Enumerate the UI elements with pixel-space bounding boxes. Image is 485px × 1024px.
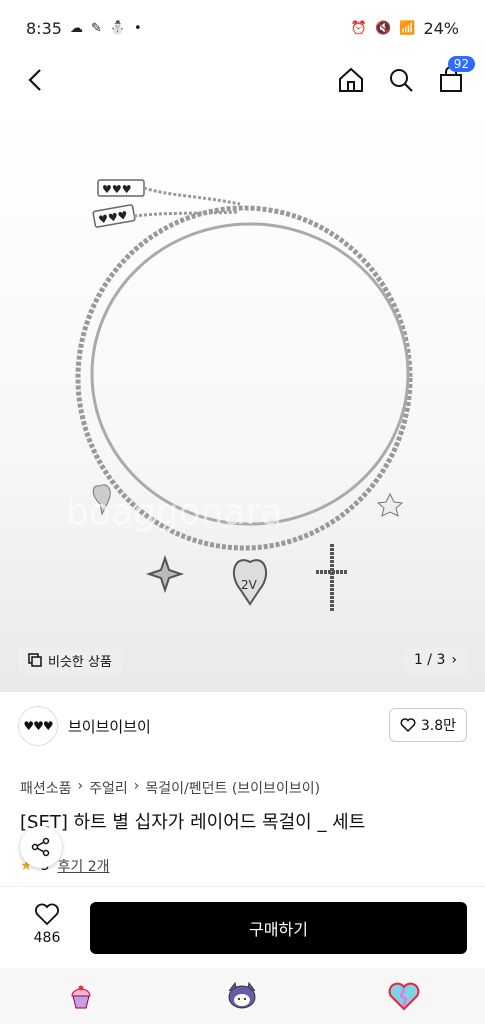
divider xyxy=(0,886,485,887)
alarm-icon: ⏰ xyxy=(350,20,368,36)
chevron-right-icon: › xyxy=(133,778,140,794)
product-title: [SET] 하트 별 십자가 레이어드 목걸이 _ 세트 xyxy=(20,812,366,833)
breadcrumb-item[interactable]: 주얼리 xyxy=(89,778,128,798)
copy-icon xyxy=(28,653,42,667)
similar-products-label: 비슷한 상품 xyxy=(48,654,112,670)
svg-text:♥♥♥: ♥♥♥ xyxy=(102,183,132,196)
nav-item-heart[interactable] xyxy=(384,976,424,1016)
wifi-icon: 📶 xyxy=(399,20,416,36)
brand-row: ♥♥♥ 브이브이브이 3.8만 xyxy=(0,704,485,748)
home-icon xyxy=(339,67,363,92)
wishlist-count: 486 xyxy=(33,930,61,946)
back-icon xyxy=(28,69,41,91)
top-bar: 92 xyxy=(0,56,485,104)
status-time: 8:35 xyxy=(26,18,62,38)
heart-icon xyxy=(35,903,59,926)
cloud-icon: ☁ xyxy=(69,20,83,36)
svg-text:boaggonara: boaggonara xyxy=(66,492,282,533)
buy-button[interactable]: 구매하기 xyxy=(90,902,467,954)
necklace-image: ♥♥♥ ♥♥♥ 2V boaggonara xyxy=(66,179,413,612)
image-pager[interactable]: 1 / 3 › xyxy=(403,646,467,674)
broken-heart-icon xyxy=(388,982,420,1011)
similar-products-button[interactable]: 비슷한 상품 xyxy=(18,646,122,674)
review-link[interactable]: 후기 2개 xyxy=(57,856,109,876)
status-bar: 8:35 ☁ ✎ ⛄ • ⏰ 🔇 📶 24% xyxy=(0,0,485,56)
notification-icon-2: ⛄ xyxy=(109,20,127,36)
heart-icon xyxy=(400,718,416,733)
nav-item-cupcake[interactable] xyxy=(61,976,101,1016)
share-button[interactable] xyxy=(20,826,62,868)
brand-logo[interactable]: ♥♥♥ xyxy=(18,706,58,746)
breadcrumb: 패션소품 › 주얼리 › 목걸이/펜던트 (브이브이브이) xyxy=(20,778,320,798)
cart-count-badge: 92 xyxy=(447,56,475,72)
brand-like-count: 3.8만 xyxy=(420,718,456,734)
character-icon xyxy=(228,981,256,1009)
brand-name[interactable]: 브이브이브이 xyxy=(68,716,151,737)
breadcrumb-item[interactable]: 목걸이/펜던트 (브이브이브이) xyxy=(145,778,320,798)
chevron-right-icon: › xyxy=(77,778,84,794)
back-button[interactable] xyxy=(20,64,52,96)
nav-item-kuromi[interactable] xyxy=(222,976,262,1016)
buy-bar: 486 구매하기 xyxy=(0,888,485,968)
more-dot-icon: • xyxy=(134,20,142,36)
share-icon xyxy=(31,837,50,857)
chevron-right-icon: › xyxy=(451,652,457,668)
brand-like-button[interactable]: 3.8만 xyxy=(388,708,467,742)
product-image[interactable]: ♥♥♥ ♥♥♥ 2V boaggonara 비슷한 상품 1 / 3 › xyxy=(0,104,485,692)
cart-button[interactable]: 92 xyxy=(435,56,475,96)
search-button[interactable] xyxy=(385,64,417,96)
notification-icon: ✎ xyxy=(90,20,102,36)
cupcake-icon xyxy=(71,985,91,1009)
home-button[interactable] xyxy=(335,64,367,96)
bottom-nav xyxy=(0,968,485,1024)
battery-text: 24% xyxy=(423,18,459,38)
pager-text: 1 / 3 xyxy=(413,652,446,668)
wishlist-button[interactable]: 486 xyxy=(18,902,76,946)
search-icon xyxy=(390,69,413,92)
svg-text:2V: 2V xyxy=(241,578,258,592)
breadcrumb-item[interactable]: 패션소품 xyxy=(20,778,72,798)
mute-icon: 🔇 xyxy=(375,20,392,36)
